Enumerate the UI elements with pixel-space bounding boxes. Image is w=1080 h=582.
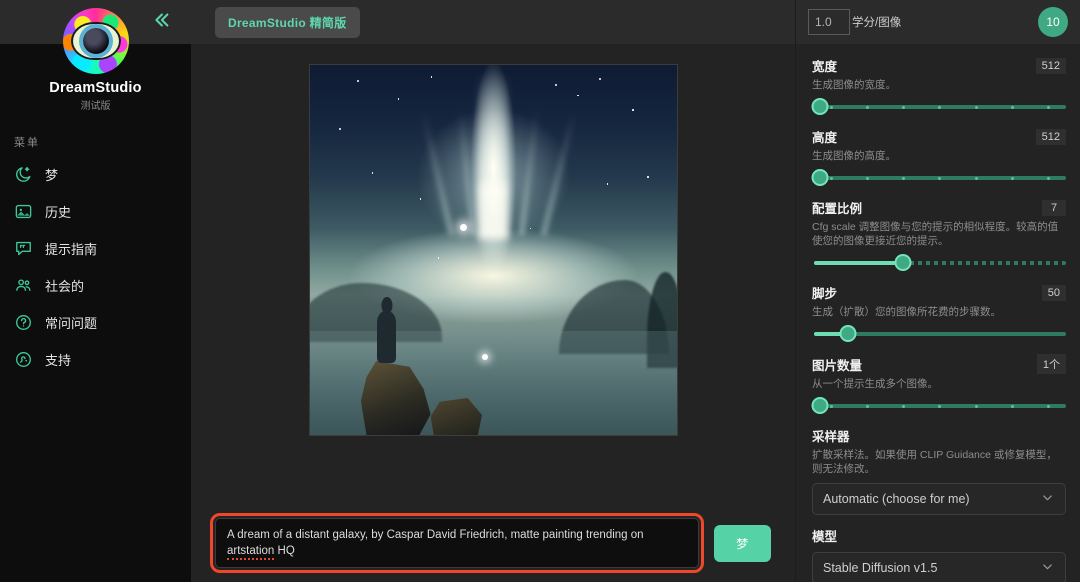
slider-knob[interactable] bbox=[839, 325, 856, 342]
control-description: Cfg scale 调整图像与您的提示的相似程度。较高的值使您的图像更接近您的提… bbox=[812, 220, 1066, 248]
light-beam-lower bbox=[480, 183, 506, 264]
sidebar-item-label: 社会的 bbox=[45, 276, 84, 295]
bright-star bbox=[460, 224, 467, 231]
sidebar-item-label: 提示指南 bbox=[45, 239, 97, 258]
settings-body: 宽度 512 生成图像的宽度。 高度 512 生成图像的高度。 bbox=[796, 44, 1080, 582]
double-chevron-left-icon bbox=[150, 9, 172, 36]
sidebar-item-label: 支持 bbox=[45, 350, 71, 369]
chevron-down-icon bbox=[1040, 559, 1055, 577]
control-title: 宽度 bbox=[812, 56, 837, 75]
control-description: 生成图像的宽度。 bbox=[812, 78, 1066, 92]
credits-per-image-label: 学分/图像 bbox=[852, 14, 901, 30]
chevron-down-icon bbox=[1040, 490, 1055, 508]
control-description: 从一个提示生成多个图像。 bbox=[812, 377, 1066, 391]
control-value: 512 bbox=[1036, 58, 1066, 74]
credits-per-image-input[interactable]: 1.0 bbox=[808, 9, 850, 35]
sampler-selected-value: Automatic (choose for me) bbox=[823, 492, 970, 506]
generate-button[interactable]: 梦 bbox=[714, 525, 772, 562]
brand-subtitle: 测试版 bbox=[81, 97, 111, 112]
sidebar-item-social[interactable]: 社会的 bbox=[0, 267, 191, 304]
prompt-row: A dream of a distant galaxy, by Caspar D… bbox=[191, 504, 795, 582]
image-history-icon bbox=[14, 202, 33, 221]
main-topbar: DreamStudio 精简版 bbox=[191, 0, 795, 44]
moon-sparkle-icon bbox=[14, 165, 33, 184]
sidebar-item-dream[interactable]: 梦 bbox=[0, 156, 191, 193]
control-value: 1个 bbox=[1037, 354, 1066, 374]
control-title: 配置比例 bbox=[812, 198, 862, 217]
prompt-text-part2: HQ bbox=[274, 545, 294, 557]
control-value: 50 bbox=[1042, 285, 1066, 301]
brand-name: DreamStudio bbox=[49, 80, 141, 96]
sidebar: DreamStudio 测试版 菜单 梦 bbox=[0, 0, 191, 582]
sidebar-item-prompt-guide[interactable]: 提示指南 bbox=[0, 230, 191, 267]
credits-bar: 1.0 学分/图像 10 bbox=[796, 0, 1080, 44]
collapse-sidebar-button[interactable] bbox=[148, 10, 174, 34]
sidebar-item-label: 梦 bbox=[45, 165, 58, 184]
rainbow-splatter-eye-logo-icon bbox=[63, 8, 129, 74]
generated-image[interactable] bbox=[309, 64, 678, 436]
quote-bubble-icon bbox=[14, 239, 33, 258]
sidebar-item-support[interactable]: 支持 bbox=[0, 341, 191, 378]
control-value: 7 bbox=[1042, 200, 1066, 216]
control-steps: 脚步 50 生成（扩散）您的图像所花费的步骤数。 bbox=[812, 283, 1066, 343]
lifebuoy-support-icon bbox=[14, 350, 33, 369]
slider-knob[interactable] bbox=[811, 169, 828, 186]
control-image-count: 图片数量 1个 从一个提示生成多个图像。 bbox=[812, 354, 1066, 415]
model-title: 模型 bbox=[812, 526, 1066, 545]
canvas-area bbox=[191, 44, 795, 504]
image-count-slider[interactable] bbox=[812, 397, 1066, 415]
sampler-select[interactable]: Automatic (choose for me) bbox=[812, 483, 1066, 515]
main-area: DreamStudio 精简版 bbox=[191, 0, 795, 582]
sidebar-item-history[interactable]: 历史 bbox=[0, 193, 191, 230]
settings-panel: 1.0 学分/图像 10 宽度 512 生成图像的宽度。 bbox=[795, 0, 1080, 582]
sidebar-item-faq[interactable]: 常问问题 bbox=[0, 304, 191, 341]
control-title: 脚步 bbox=[812, 283, 837, 302]
dreamstudio-lite-pill[interactable]: DreamStudio 精简版 bbox=[215, 7, 360, 38]
prompt-text-part1: A dream of a distant galaxy, by Caspar D… bbox=[227, 529, 644, 541]
prompt-text-misspelled: artstation bbox=[227, 545, 274, 560]
height-slider[interactable] bbox=[812, 169, 1066, 187]
standing-figure bbox=[377, 311, 396, 363]
control-description: 生成（扩散）您的图像所花费的步骤数。 bbox=[812, 305, 1066, 319]
people-group-icon bbox=[14, 276, 33, 295]
model-selected-value: Stable Diffusion v1.5 bbox=[823, 561, 937, 575]
sampler-title: 采样器 bbox=[812, 426, 1066, 445]
dreamstudio-app: DreamStudio 测试版 菜单 梦 bbox=[0, 0, 1080, 582]
control-title: 高度 bbox=[812, 127, 837, 146]
menu-section-label: 菜单 bbox=[14, 134, 191, 150]
sidebar-item-label: 历史 bbox=[45, 202, 71, 221]
slider-knob[interactable] bbox=[811, 98, 828, 115]
prompt-input[interactable]: A dream of a distant galaxy, by Caspar D… bbox=[215, 518, 699, 568]
question-circle-icon bbox=[14, 313, 33, 332]
sidebar-item-label: 常问问题 bbox=[45, 313, 97, 332]
control-description: 生成图像的高度。 bbox=[812, 149, 1066, 163]
model-select[interactable]: Stable Diffusion v1.5 bbox=[812, 552, 1066, 582]
slider-knob[interactable] bbox=[895, 254, 912, 271]
cfg-scale-slider[interactable] bbox=[812, 254, 1066, 272]
control-title: 图片数量 bbox=[812, 355, 862, 374]
control-cfg-scale: 配置比例 7 Cfg scale 调整图像与您的提示的相似程度。较高的值使您的图… bbox=[812, 198, 1066, 272]
steps-slider[interactable] bbox=[812, 325, 1066, 343]
slider-knob[interactable] bbox=[811, 397, 828, 414]
control-width: 宽度 512 生成图像的宽度。 bbox=[812, 56, 1066, 116]
control-value: 512 bbox=[1036, 129, 1066, 145]
control-model: 模型 Stable Diffusion v1.5 bbox=[812, 526, 1066, 582]
credits-balance-badge[interactable]: 10 bbox=[1038, 7, 1068, 37]
sidebar-nav: 梦 历史 提示指南 bbox=[0, 156, 191, 378]
control-height: 高度 512 生成图像的高度。 bbox=[812, 127, 1066, 187]
control-sampler: 采样器 扩散采样法。如果使用 CLIP Guidance 或修复模型，则无法修改… bbox=[812, 426, 1066, 515]
sampler-description: 扩散采样法。如果使用 CLIP Guidance 或修复模型，则无法修改。 bbox=[812, 448, 1066, 476]
width-slider[interactable] bbox=[812, 98, 1066, 116]
